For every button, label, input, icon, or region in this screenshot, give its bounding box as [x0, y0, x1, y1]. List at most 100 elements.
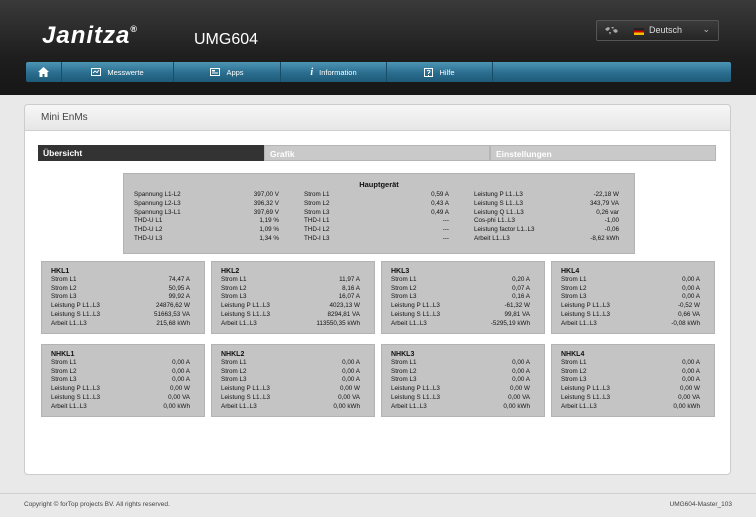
measurement-row: Strom L1 0,59 A [304, 191, 449, 199]
measurement-label: Strom L3 [561, 376, 587, 384]
measurement-value: 0,00 W [510, 385, 530, 393]
measurement-row: Strom L2 0,00 A [221, 368, 360, 376]
measurement-row: Strom L3 0,16 A [391, 293, 530, 301]
measurement-value: 4023,13 W [329, 302, 360, 310]
nav-messwerte[interactable]: Messwerte [62, 62, 174, 82]
device-model: UMG604 [194, 31, 259, 48]
measurement-value: 0,00 W [680, 385, 700, 393]
mini-enms-panel: Mini EnMs Übersicht Grafik Einstellungen… [24, 104, 731, 475]
measurement-row: Strom L3 0,00 A [51, 376, 190, 384]
measurement-label: Arbeit L1..L3 [221, 402, 257, 410]
nav-information[interactable]: i Information [281, 62, 387, 82]
measurement-row: Leistung S L1..L3 8294,81 VA [221, 311, 360, 319]
measurement-row: Arbeit L1..L3 113550,35 kWh [221, 320, 360, 328]
meter-icon [91, 68, 102, 76]
measurement-row: Strom L2 0,43 A [304, 200, 449, 208]
measurement-value: 0,43 A [431, 199, 449, 207]
measurement-label: Strom L2 [391, 284, 417, 292]
measurement-value: 51663,53 VA [154, 310, 190, 318]
measurement-row: THD-U L1 1,19 % [134, 217, 279, 225]
measurement-row: Strom L1 74,47 A [51, 276, 190, 284]
nav-apps[interactable]: Apps [174, 62, 281, 82]
measurement-value: 0,59 A [431, 191, 449, 198]
main-nav: Messwerte Apps i Information Hilfe [26, 62, 731, 82]
measurement-row: Leistung P L1..L3 0,00 W [221, 385, 360, 393]
measurement-row: Arbeit L1..L3 215,68 kWh [51, 320, 190, 328]
measurement-label: Leistung S L1..L3 [221, 393, 271, 401]
measurement-value: 343,79 VA [590, 199, 619, 207]
nav-home[interactable] [26, 62, 62, 82]
measurement-label: Strom L2 [391, 367, 417, 375]
measurement-row: Leistung P L1..L3 -22,18 W [474, 191, 619, 199]
measurement-value: 11,97 A [339, 276, 360, 283]
home-icon [38, 67, 49, 77]
measurement-label: Strom L2 [561, 284, 587, 292]
measurement-value: --- [442, 226, 449, 234]
measurement-row: Arbeit L1..L3 -0,08 kWh [561, 320, 700, 328]
header: Janitza® UMG604 Deutsch ⌄ Messwerte Apps… [0, 0, 756, 95]
measurement-row: Strom L1 0,00 A [391, 359, 530, 367]
measurement-label: Strom L1 [221, 359, 247, 366]
measurement-row: Leistung S L1..L3 99,81 VA [391, 311, 530, 319]
measurement-label: Leistung Q L1..L3 [474, 208, 524, 216]
language-label: Deutsch [649, 25, 683, 35]
circuit-title: HKL3 [391, 268, 410, 275]
measurement-label: Strom L2 [221, 284, 247, 292]
measurement-label: Leistung P L1..L3 [561, 385, 610, 393]
measurement-label: THD-U L2 [134, 226, 163, 234]
janitza-logo[interactable]: Janitza® [42, 22, 138, 50]
measurement-value: 0,00 A [512, 367, 530, 375]
measurement-value: 0,00 VA [508, 393, 530, 401]
measurement-row: Leistung S L1..L3 0,00 VA [391, 394, 530, 402]
tab-uebersicht[interactable]: Übersicht [38, 145, 264, 161]
measurement-label: Strom L2 [561, 367, 587, 375]
measurement-label: Strom L1 [561, 276, 587, 283]
measurement-label: Strom L3 [51, 376, 77, 384]
hkl-box-1: HKL1 Strom L1 74,47 A Strom L2 50,95 A Strom … [41, 261, 205, 334]
measurement-row: Leistung P L1..L3 -61,32 W [391, 302, 530, 310]
measurement-row: Strom L3 16,07 A [221, 293, 360, 301]
measurement-label: Leistung factor L1..L3 [474, 226, 535, 234]
measurement-label: Strom L3 [51, 293, 77, 301]
measurement-value: -0,52 W [677, 302, 700, 310]
measurement-value: 0,00 W [340, 385, 360, 393]
measurement-row: Strom L1 0,00 A [561, 276, 700, 284]
tab-grafik[interactable]: Grafik [264, 145, 490, 161]
measurement-row: Strom L3 0,00 A [561, 293, 700, 301]
measurement-label: Leistung P L1..L3 [474, 191, 523, 198]
measurement-value: -8,62 kWh [590, 235, 619, 242]
measurement-label: Spannung L2-L3 [134, 199, 181, 207]
measurement-label: Strom L3 [391, 376, 417, 384]
measurement-label: Strom L1 [391, 276, 417, 283]
measurement-value: 0,00 A [342, 367, 360, 375]
measurement-value: 0,00 A [682, 276, 700, 283]
measurement-row: Strom L2 0,00 A [391, 368, 530, 376]
measurement-row: Strom L3 0,00 A [561, 376, 700, 384]
measurement-row: Strom L2 0,00 A [561, 368, 700, 376]
measurement-label: Leistung P L1..L3 [391, 302, 440, 310]
circuit-title: HKL4 [561, 268, 580, 275]
measurement-label: Strom L3 [561, 293, 587, 301]
language-select[interactable]: Deutsch ⌄ [596, 20, 719, 41]
measurement-row: Leistung P L1..L3 4023,13 W [221, 302, 360, 310]
measurement-row: Leistung P L1..L3 -0,52 W [561, 302, 700, 310]
measurement-label: Spannung L1-L2 [134, 191, 181, 198]
measurement-row: Leistung P L1..L3 0,00 W [561, 385, 700, 393]
measurement-row: Strom L3 0,00 A [221, 376, 360, 384]
measurement-label: Leistung S L1..L3 [391, 310, 441, 318]
measurement-label: Spannung L3-L1 [134, 208, 181, 216]
measurement-row: Cos-phi L1..L3 -1,00 [474, 217, 619, 225]
measurement-value: 0,66 VA [678, 310, 700, 318]
hauptgeraet-title: Hauptgerät [359, 180, 399, 189]
measurement-label: Arbeit L1..L3 [474, 235, 510, 242]
measurement-row: Leistung S L1..L3 51663,53 VA [51, 311, 190, 319]
tab-einstellungen[interactable]: Einstellungen [490, 145, 716, 161]
measurement-row: Leistung Q L1..L3 0,26 var [474, 209, 619, 217]
measurement-row: Leistung S L1..L3 0,00 VA [221, 394, 360, 402]
measurement-value: 0,00 A [512, 376, 530, 384]
nav-hilfe[interactable]: Hilfe [387, 62, 493, 82]
measurement-row: Strom L2 0,00 A [51, 368, 190, 376]
measurement-label: Arbeit L1..L3 [561, 319, 597, 327]
nhkl-box-3: NHKL3 Strom L1 0,00 A Strom L2 0,00 A Strom L… [381, 344, 545, 417]
measurement-label: Strom L3 [391, 293, 417, 301]
